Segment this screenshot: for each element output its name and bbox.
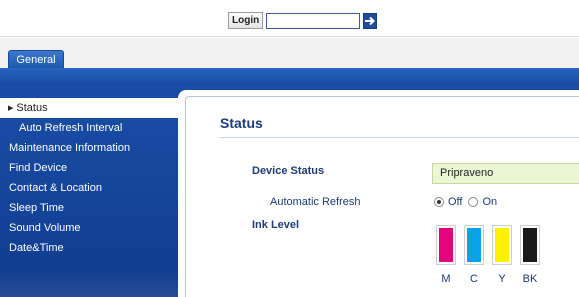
sidebar-item-status[interactable]: ▶ Status — [0, 98, 178, 118]
radio-on[interactable] — [468, 197, 479, 207]
blue-band — [0, 68, 579, 85]
radio-off-label: Off — [448, 196, 463, 208]
ink-fill-yellow — [495, 228, 509, 262]
login-label: Login — [228, 12, 264, 29]
password-input[interactable] — [266, 12, 361, 29]
tab-strip: General — [0, 38, 579, 69]
radio-option-off[interactable]: Off — [434, 196, 462, 208]
sidebar-item-maintenance-information[interactable]: Maintenance Information — [0, 138, 178, 158]
ink-cartridge-yellow — [492, 225, 512, 265]
auto-refresh-radio-group: Off On — [434, 196, 503, 208]
sidebar: ▶ Status Auto Refresh Interval Maintenanc… — [0, 98, 178, 258]
sidebar-item-sleep-time[interactable]: Sleep Time — [0, 198, 178, 218]
ink-fill-cyan — [467, 228, 481, 262]
tab-general[interactable]: General — [8, 50, 64, 69]
arrow-right-icon — [365, 16, 376, 25]
radio-option-on[interactable]: On — [468, 196, 497, 208]
radio-off[interactable] — [434, 197, 444, 207]
ink-fill-black — [523, 228, 537, 262]
triangle-right-icon: ▶ — [8, 105, 14, 112]
ink-label-m: M — [441, 273, 451, 285]
ink-cartridge-black — [520, 225, 540, 265]
login-button[interactable] — [363, 12, 378, 29]
automatic-refresh-label: Automatic Refresh — [270, 196, 361, 208]
device-status-value: Pripraveno — [432, 163, 579, 184]
sidebar-item-date-time[interactable]: Date&Time — [0, 238, 178, 258]
sidebar-footer — [0, 269, 178, 297]
sidebar-item-contact-location[interactable]: Contact & Location — [0, 178, 178, 198]
content-inner: Status Device Status Pripraveno Automati… — [185, 96, 579, 297]
page-title: Status — [220, 115, 263, 131]
sidebar-item-auto-refresh-interval[interactable]: Auto Refresh Interval — [0, 118, 178, 138]
ink-level-label: Ink Level — [252, 219, 300, 231]
sidebar-item-find-device[interactable]: Find Device — [0, 158, 178, 178]
ink-label-c: C — [470, 273, 478, 285]
ink-fill-magenta — [439, 228, 453, 262]
ink-label-bk: BK — [522, 273, 538, 285]
radio-on-label: On — [482, 196, 498, 208]
login-box: Login — [228, 12, 378, 29]
sidebar-item-label: Status — [16, 102, 48, 114]
sidebar-item-sound-volume[interactable]: Sound Volume — [0, 218, 178, 238]
device-status-label: Device Status — [252, 165, 325, 177]
ink-cartridge-magenta — [436, 225, 456, 265]
top-header: Login — [0, 0, 579, 37]
ink-label-y: Y — [498, 273, 506, 285]
title-divider — [219, 137, 579, 138]
content-panel: Status Device Status Pripraveno Automati… — [178, 90, 579, 297]
ink-cartridge-cyan — [464, 225, 484, 265]
